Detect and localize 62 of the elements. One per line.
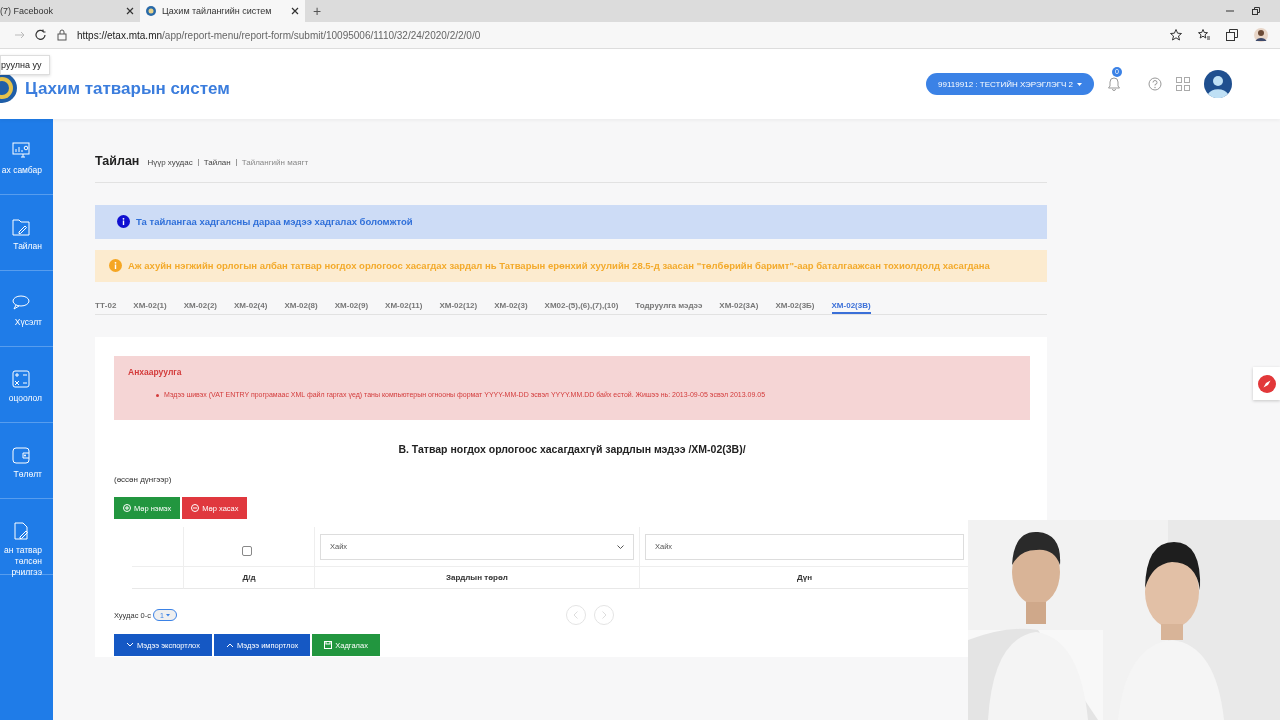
chevron-up-icon: [225, 641, 234, 649]
form-tab[interactable]: ХМ-02(9): [334, 298, 369, 314]
select-all-checkbox[interactable]: [242, 545, 252, 556]
column-header: Зардлын төрөл: [315, 567, 640, 589]
new-tab-button[interactable]: +: [305, 0, 330, 22]
form-tab[interactable]: ХМ-02(11): [385, 298, 423, 314]
form-tab[interactable]: Тодруулга мэдээ: [635, 298, 703, 314]
bell-icon[interactable]: [1108, 77, 1120, 91]
app-title: Цахим татварын систем: [25, 79, 230, 99]
form-note: (өссөн дүнгээр): [114, 475, 173, 484]
browser-tab[interactable]: Цахим тайлангийн систем: [140, 0, 305, 22]
user-avatar-icon[interactable]: [1204, 70, 1232, 98]
form-tab[interactable]: ТТ-02: [95, 298, 117, 314]
minus-circle-icon: [191, 504, 200, 512]
column-header: Д/д: [184, 567, 315, 589]
form-tab[interactable]: ХМ-02(3В): [831, 298, 871, 314]
close-icon[interactable]: [291, 7, 299, 15]
compass-icon[interactable]: [1257, 374, 1276, 393]
lock-icon: [57, 29, 67, 41]
form-tab[interactable]: ХМ02-(5),(6),(7),(10): [544, 298, 619, 314]
alert-text: Аж ахуйн нэгжийн орлогын албан татвар ногдох орлогоос хасагдах зардал нь Татварын ерөнхий хуулийн 28.5-д заасан "төлбөрийн баримт"-аар баталгаажсан тохиолдолд хасагдана: [128, 259, 990, 273]
form-tab[interactable]: ХМ-02(1): [133, 298, 167, 314]
chat-bubble-icon: [10, 293, 31, 313]
breadcrumb-link[interactable]: Нүүр хуудас: [147, 158, 193, 167]
bullet-icon: [156, 393, 159, 397]
chevron-down-icon: [126, 641, 134, 649]
emblem-icon: [146, 6, 156, 16]
star-icon[interactable]: [1170, 29, 1182, 41]
notice-title: Анхааруулга: [128, 367, 183, 377]
reload-icon[interactable]: [35, 29, 47, 41]
restore-icon[interactable]: [1252, 7, 1260, 15]
user-dropdown-button[interactable]: 99119912 : ТЕСТИЙН ХЭРЭГЛЭГЧ 2: [926, 73, 1094, 95]
page-title: Тайлан: [95, 154, 140, 168]
calculator-icon: [10, 369, 31, 389]
favorites-icon[interactable]: [1198, 29, 1210, 41]
form-heading: В. Татвар ногдох орлогоос хасагдахгүй зардлын мэдээ /ХМ-02(3В)/: [397, 443, 747, 455]
breadcrumb-current: Тайлангийн маягт: [241, 158, 309, 167]
browser-tab[interactable]: (7) Facebook: [0, 0, 140, 22]
info-icon: [117, 215, 130, 228]
breadcrumb-link[interactable]: Тайлан: [203, 158, 231, 167]
form-tab[interactable]: ХМ-02(8): [284, 298, 318, 314]
minimize-icon[interactable]: [1226, 7, 1234, 15]
form-tab[interactable]: ХМ-02(3): [494, 298, 528, 314]
caret-icon: [165, 613, 170, 617]
wallet-icon: [10, 445, 31, 465]
info-icon: [109, 259, 122, 272]
form-tab[interactable]: ХМ-02(4): [234, 298, 268, 314]
caret-icon: [1077, 82, 1082, 86]
alert-text: Та тайлангаа хадгалсны дараа мэдээ хадгалах боломжтой: [136, 215, 413, 229]
form-tab[interactable]: ХМ-02(3Б): [775, 298, 815, 314]
form-tab[interactable]: ХМ-02(12): [439, 298, 478, 314]
folder-icon: [10, 217, 31, 237]
collections-icon[interactable]: [1226, 29, 1238, 41]
emblem-logo-icon: [0, 72, 17, 104]
monitor-chart-icon: [10, 141, 31, 161]
chevron-down-icon: [617, 544, 624, 549]
tooltip: руулна уу: [0, 55, 51, 75]
close-icon[interactable]: [126, 7, 134, 15]
form-tab[interactable]: ХМ-02(3А): [719, 298, 759, 314]
plus-circle-icon: [123, 504, 131, 512]
form-tab[interactable]: ХМ-02(2): [183, 298, 218, 314]
profile-avatar-icon[interactable]: [1254, 28, 1268, 42]
